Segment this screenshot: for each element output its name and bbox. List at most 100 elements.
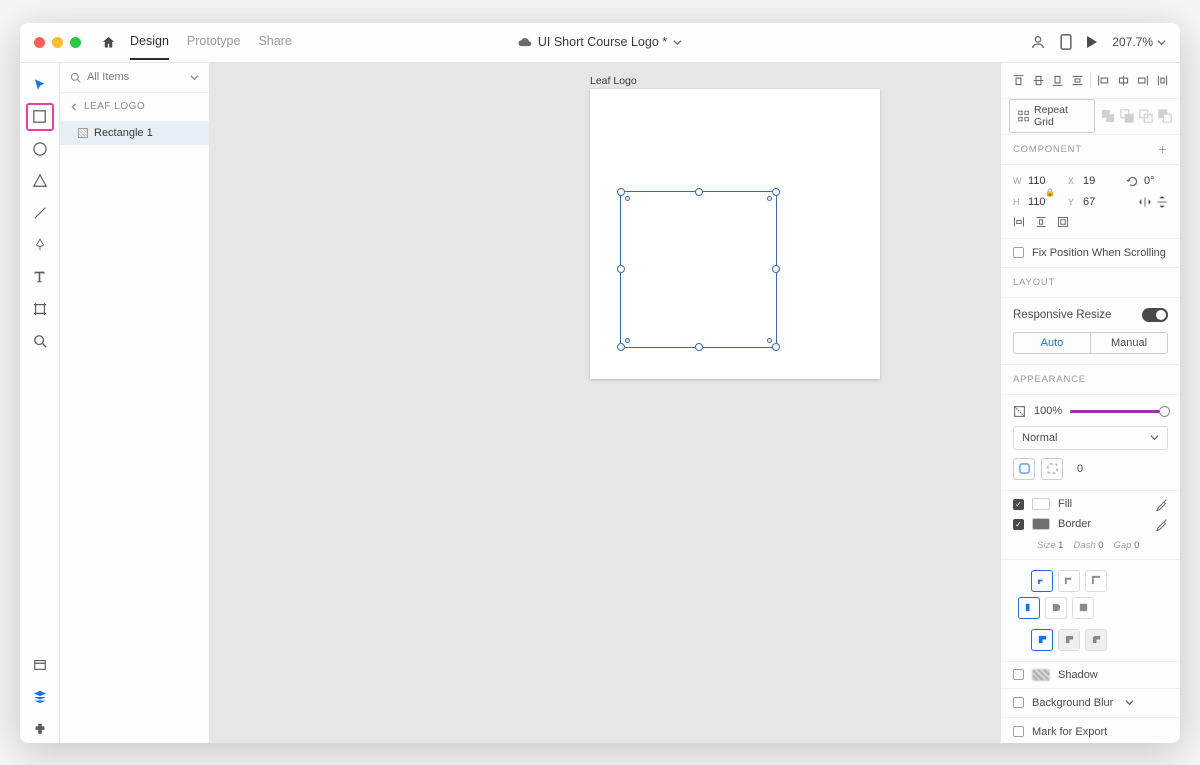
distribute-h-icon[interactable] [1156, 74, 1169, 87]
resize-handle[interactable] [772, 188, 780, 196]
bgblur-checkbox[interactable] [1013, 697, 1024, 708]
shadow-swatch[interactable] [1032, 669, 1050, 681]
border-swatch[interactable] [1032, 518, 1050, 530]
select-tool[interactable] [26, 71, 54, 99]
artboard-title[interactable]: Leaf Logo [590, 75, 637, 87]
stroke-gap-input[interactable]: 0 [1134, 540, 1139, 551]
user-icon[interactable] [1030, 34, 1046, 50]
y-input[interactable]: 67 [1083, 196, 1107, 208]
align-bottom-icon[interactable] [1051, 74, 1064, 87]
window-maximize[interactable] [70, 37, 81, 48]
join-miter-icon[interactable] [1031, 629, 1053, 651]
padding-all-icon[interactable] [1057, 216, 1069, 228]
tab-share[interactable]: Share [258, 24, 291, 60]
corner-radius-handle[interactable] [625, 196, 630, 201]
flip-h-icon[interactable] [1139, 196, 1151, 208]
auto-button[interactable]: Auto [1014, 333, 1091, 353]
stroke-dash-input[interactable]: 0 [1098, 540, 1103, 551]
artboard[interactable] [590, 89, 880, 379]
stroke-center-icon[interactable] [1058, 570, 1080, 592]
exclude-icon[interactable] [1158, 109, 1172, 123]
artboard-tool[interactable] [26, 295, 54, 323]
height-input[interactable]: 110 [1028, 196, 1052, 208]
padding-horizontal-icon[interactable] [1013, 216, 1025, 228]
opacity-slider[interactable] [1070, 410, 1168, 413]
artboard-breadcrumb[interactable]: LEAF LOGO [60, 93, 209, 121]
join-bevel-icon[interactable] [1085, 629, 1107, 651]
width-input[interactable]: 110 [1028, 175, 1052, 187]
stroke-inner-icon[interactable] [1031, 570, 1053, 592]
zoom-control[interactable]: 207.7% [1112, 35, 1166, 49]
tab-design[interactable]: Design [130, 24, 169, 60]
rotate-icon[interactable] [1126, 175, 1139, 188]
stroke-outer-icon[interactable] [1085, 570, 1107, 592]
corner-radius-handle[interactable] [767, 196, 772, 201]
cap-butt-icon[interactable] [1018, 597, 1040, 619]
device-icon[interactable] [1060, 34, 1072, 50]
resize-handle[interactable] [617, 188, 625, 196]
repeat-grid-button[interactable]: Repeat Grid [1009, 99, 1095, 133]
responsive-resize-toggle[interactable] [1142, 308, 1168, 322]
cap-square-icon[interactable] [1072, 597, 1094, 619]
align-vcenter-icon[interactable] [1032, 74, 1045, 87]
export-checkbox[interactable] [1013, 726, 1024, 737]
layer-item-rectangle[interactable]: Rectangle 1 [60, 121, 209, 145]
layers-search[interactable]: All Items [60, 63, 209, 93]
shadow-checkbox[interactable] [1013, 669, 1024, 680]
play-icon[interactable] [1086, 35, 1098, 49]
rectangle-tool[interactable] [26, 103, 54, 131]
canvas[interactable]: Leaf Logo [210, 63, 1000, 743]
align-right-icon[interactable] [1136, 74, 1149, 87]
text-tool[interactable] [26, 263, 54, 291]
rotation-input[interactable]: 0° [1144, 175, 1168, 187]
add-component-button[interactable]: ＋ [1158, 142, 1168, 156]
resize-handle[interactable] [617, 343, 625, 351]
align-left-icon[interactable] [1097, 74, 1110, 87]
opacity-value[interactable]: 100% [1034, 405, 1062, 417]
fill-checkbox[interactable] [1013, 499, 1024, 510]
fix-position-checkbox[interactable] [1013, 247, 1024, 258]
ellipse-tool[interactable] [26, 135, 54, 163]
flip-v-icon[interactable] [1156, 196, 1168, 208]
plugins-icon[interactable] [26, 715, 54, 743]
document-title[interactable]: UI Short Course Logo * [518, 35, 682, 49]
union-icon[interactable] [1101, 109, 1115, 123]
corner-radius-handle[interactable] [767, 338, 772, 343]
lock-icon[interactable]: 🔒 [1045, 188, 1055, 197]
polygon-tool[interactable] [26, 167, 54, 195]
eyedropper-icon[interactable] [1155, 518, 1168, 531]
corner-radius-handle[interactable] [625, 338, 630, 343]
fill-swatch[interactable] [1032, 498, 1050, 510]
resize-handle[interactable] [617, 265, 625, 273]
align-top-icon[interactable] [1012, 74, 1025, 87]
selected-rectangle[interactable] [620, 191, 777, 348]
blend-mode-select[interactable]: Normal [1013, 426, 1168, 450]
window-minimize[interactable] [52, 37, 63, 48]
x-input[interactable]: 19 [1083, 175, 1107, 187]
tab-prototype[interactable]: Prototype [187, 24, 241, 60]
zoom-tool[interactable] [26, 327, 54, 355]
align-hcenter-icon[interactable] [1117, 74, 1130, 87]
border-checkbox[interactable] [1013, 519, 1024, 530]
home-icon[interactable] [101, 35, 116, 50]
resize-handle[interactable] [772, 265, 780, 273]
join-round-icon[interactable] [1058, 629, 1080, 651]
distribute-v-icon[interactable] [1071, 74, 1084, 87]
corner-all-button[interactable] [1013, 458, 1035, 480]
padding-vertical-icon[interactable] [1035, 216, 1047, 228]
intersect-icon[interactable] [1139, 109, 1153, 123]
subtract-icon[interactable] [1120, 109, 1134, 123]
manual-button[interactable]: Manual [1091, 333, 1167, 353]
stroke-size-input[interactable]: 1 [1058, 540, 1063, 551]
line-tool[interactable] [26, 199, 54, 227]
layers-icon[interactable] [26, 683, 54, 711]
corner-individual-button[interactable] [1041, 458, 1063, 480]
resize-handle[interactable] [695, 188, 703, 196]
cap-round-icon[interactable] [1045, 597, 1067, 619]
pen-tool[interactable] [26, 231, 54, 259]
resize-handle[interactable] [695, 343, 703, 351]
window-close[interactable] [34, 37, 45, 48]
eyedropper-icon[interactable] [1155, 498, 1168, 511]
resize-handle[interactable] [772, 343, 780, 351]
libraries-icon[interactable] [26, 651, 54, 679]
